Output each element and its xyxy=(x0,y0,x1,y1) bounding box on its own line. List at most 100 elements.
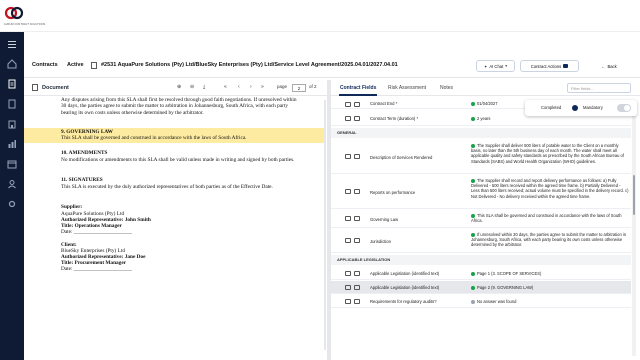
field-value: 2 years xyxy=(471,116,629,121)
section-heading: 10. AMENDMENTS xyxy=(61,150,108,156)
field-value: No answer was found xyxy=(471,299,629,304)
fields-panel: Contract Fields Risk Assessment Notes Fi… xyxy=(331,80,640,360)
edit-icon[interactable] xyxy=(345,299,351,304)
contract-actions-button[interactable]: Contract Actions xyxy=(520,60,579,72)
mandatory-toggle[interactable] xyxy=(617,104,631,112)
view-icon[interactable] xyxy=(354,116,360,121)
users-icon[interactable] xyxy=(6,178,18,190)
contracts-icon[interactable] xyxy=(6,78,18,90)
buildings-icon[interactable] xyxy=(6,118,18,130)
zoom-out-icon[interactable]: ⊖ xyxy=(190,84,194,90)
back-arrow-icon: ← xyxy=(601,63,606,69)
logo-text: AURUM CONTRACT SOLUTIONS xyxy=(4,23,46,26)
field-label: Requirements for regulatory audits? xyxy=(370,299,437,304)
document-icon xyxy=(32,84,38,91)
check-icon xyxy=(471,271,475,276)
fields-scrollbar[interactable] xyxy=(632,100,636,356)
check-icon xyxy=(471,101,475,106)
check-icon xyxy=(471,213,475,218)
edit-icon[interactable] xyxy=(345,238,351,243)
field-label: Contract End * xyxy=(370,101,398,106)
field-row[interactable]: Applicable Legislation (identified text)… xyxy=(331,267,631,280)
document-toolbar: Document ⊕ ⊖ ⤓ « ‹ › » page 2 of 2 xyxy=(24,80,327,96)
view-icon[interactable] xyxy=(354,299,360,304)
view-icon[interactable] xyxy=(354,102,360,107)
view-icon[interactable] xyxy=(354,154,360,159)
field-value: If unresolved within 30 days, the partie… xyxy=(471,232,627,248)
page-number-input[interactable]: 2 xyxy=(292,84,306,92)
first-page-icon[interactable]: « xyxy=(224,84,227,90)
active-tab-indicator xyxy=(339,94,377,96)
breadcrumb-contracts[interactable]: Contracts xyxy=(32,62,58,68)
view-icon[interactable] xyxy=(354,216,360,221)
scrollbar-thumb[interactable] xyxy=(633,175,635,215)
paragraph: Any disputes arising from this SLA shall… xyxy=(61,97,297,116)
edit-icon[interactable] xyxy=(345,216,351,221)
field-row[interactable]: Description of Services Rendered The Sup… xyxy=(331,140,631,174)
back-button[interactable]: ← Back xyxy=(594,60,624,72)
actions-icon xyxy=(563,64,569,68)
settings-icon[interactable] xyxy=(6,198,18,210)
edit-icon[interactable] xyxy=(345,189,351,194)
contract-title: #2531 AquaPure Solutions (Pty) Ltd/BlueS… xyxy=(101,62,398,68)
check-icon xyxy=(471,116,475,121)
edit-icon[interactable] xyxy=(345,102,351,107)
zoom-in-icon[interactable]: ⊕ xyxy=(177,84,181,90)
reports-icon[interactable] xyxy=(6,138,18,150)
view-icon[interactable] xyxy=(354,285,360,290)
paragraph: This SLA is executed by the duly authori… xyxy=(61,184,273,190)
next-page-icon[interactable]: › xyxy=(250,84,252,90)
field-label: Applicable Legislation (identified text) xyxy=(370,271,440,276)
document-scrollbar[interactable] xyxy=(324,100,326,350)
field-row[interactable]: Reports on performance The Supplier shal… xyxy=(331,175,631,209)
field-row-selected[interactable]: Applicable Legislation (identified text)… xyxy=(331,281,631,294)
side-navigation xyxy=(0,32,24,360)
section-heading: 11. SIGNATURES xyxy=(61,177,103,183)
calendar-icon[interactable] xyxy=(6,158,18,170)
ai-chat-button[interactable]: ✦ AI Chat ▾ xyxy=(476,60,515,72)
view-icon[interactable] xyxy=(354,271,360,276)
field-row[interactable]: Governing Law This SLA shall be governed… xyxy=(331,210,631,228)
view-icon[interactable] xyxy=(354,238,360,243)
mandatory-label: Mandatory xyxy=(583,105,603,110)
document-viewer[interactable]: Any disputes arising from this SLA shall… xyxy=(24,96,327,360)
status-badge: Active xyxy=(67,62,84,68)
field-value: Page 2 (9. GOVERNING LAW) xyxy=(471,285,629,290)
documents-icon[interactable] xyxy=(6,98,18,110)
paragraph: No modifications or amendments to this S… xyxy=(61,157,295,163)
edit-icon[interactable] xyxy=(345,285,351,290)
status-icon xyxy=(471,299,475,304)
field-label: Applicable Legislation (identified text) xyxy=(370,285,440,290)
supplier-date: Date: ______________________ xyxy=(61,229,133,235)
page-label: page xyxy=(277,84,288,89)
home-icon[interactable] xyxy=(6,58,18,70)
field-label: Contract Term (duration) * xyxy=(370,116,419,121)
completed-toggle[interactable] xyxy=(572,105,578,111)
edit-icon[interactable] xyxy=(345,116,351,121)
view-icon[interactable] xyxy=(354,189,360,194)
field-value: The Supplier shall record and report del… xyxy=(471,178,629,199)
field-label: Reports on performance xyxy=(370,190,416,195)
completed-label: Completed xyxy=(541,105,562,110)
top-bar: AURUM CONTRACT SOLUTIONS xyxy=(0,0,640,32)
check-icon xyxy=(471,143,475,148)
tab-risk-assessment[interactable]: Risk Assessment xyxy=(388,85,426,91)
chevron-down-icon: ▾ xyxy=(505,64,508,68)
edit-icon[interactable] xyxy=(345,271,351,276)
tab-notes[interactable]: Notes xyxy=(440,85,453,91)
field-row[interactable]: Jurisdiction If unresolved within 30 day… xyxy=(331,229,631,253)
document-icon xyxy=(91,62,97,69)
ai-chat-icon: ✦ xyxy=(483,63,488,69)
download-icon[interactable]: ⤓ xyxy=(203,84,205,90)
edit-icon[interactable] xyxy=(345,154,351,159)
field-value: This SLA shall be governed and construed… xyxy=(471,213,622,224)
filter-fields-input[interactable]: Filter fields... xyxy=(567,83,631,93)
field-label: Description of Services Rendered xyxy=(370,155,433,160)
previous-page-icon[interactable]: ‹ xyxy=(238,84,240,90)
field-row[interactable]: Requirements for regulatory audits? No a… xyxy=(331,295,631,308)
tab-contract-fields[interactable]: Contract Fields xyxy=(340,85,376,91)
company-logo[interactable] xyxy=(4,4,24,24)
document-title: Document xyxy=(42,85,69,91)
menu-icon[interactable] xyxy=(6,38,18,50)
last-page-icon[interactable]: » xyxy=(261,84,264,90)
